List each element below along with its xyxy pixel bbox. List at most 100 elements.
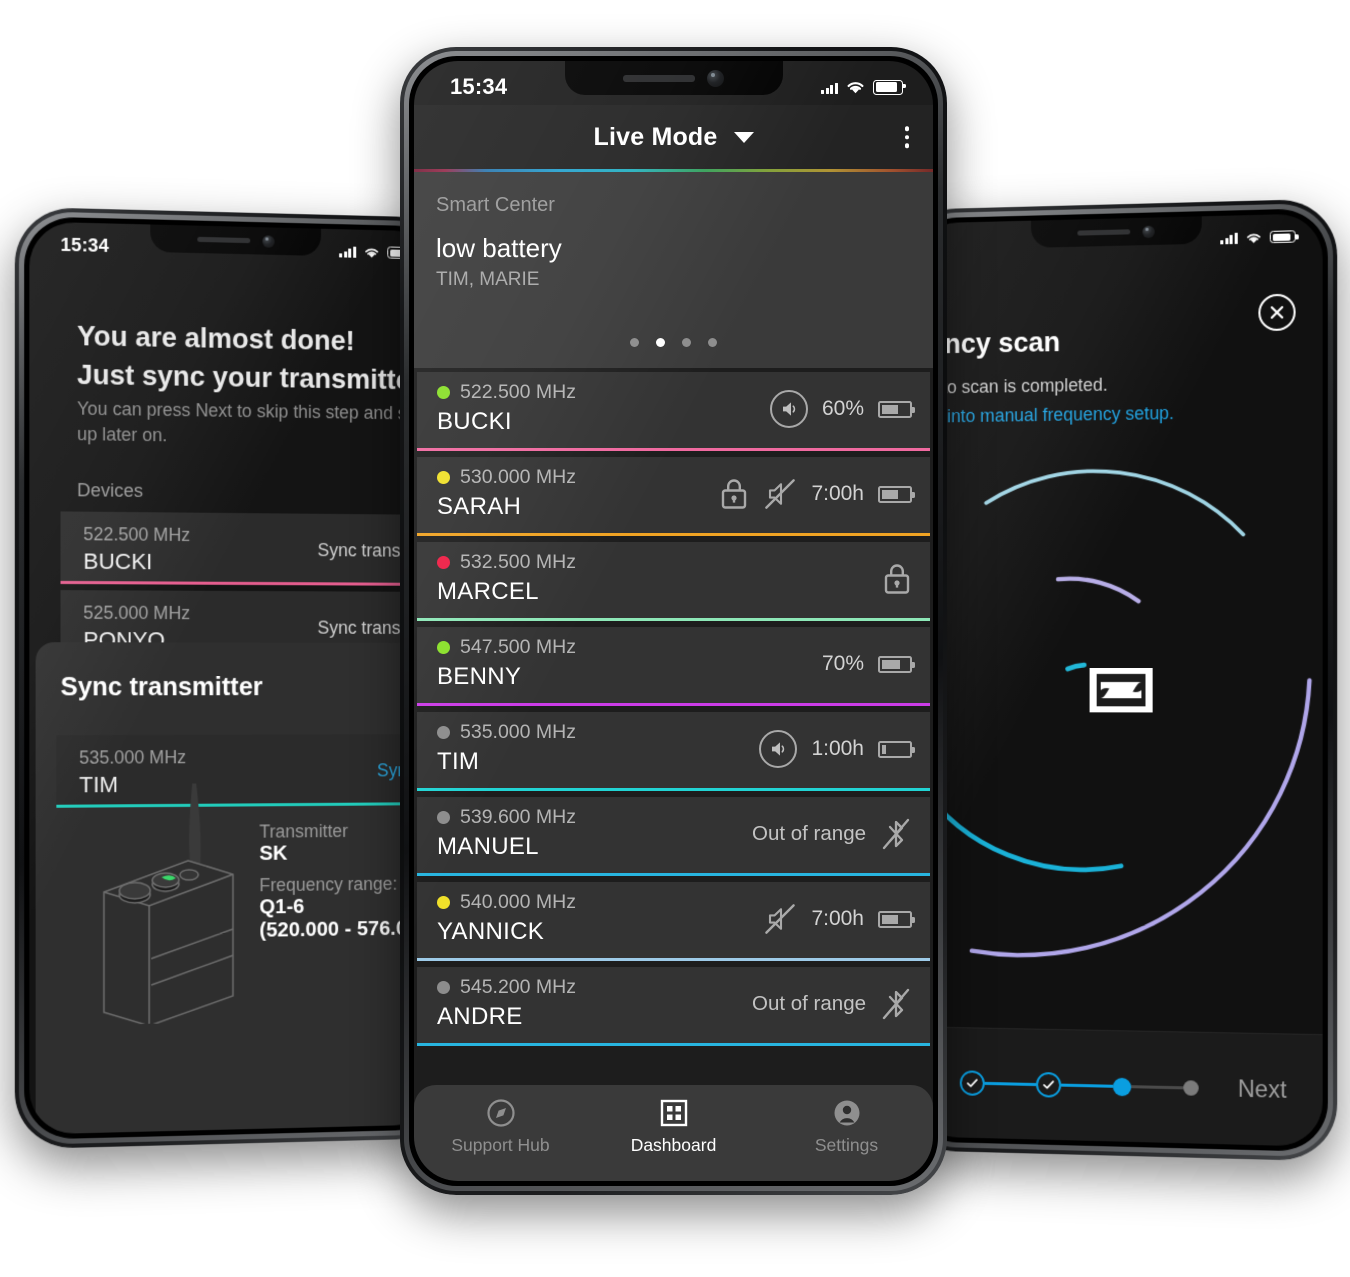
channel-row-controls: 7:00h <box>719 457 915 531</box>
battery-level-icon <box>878 400 915 418</box>
speaker-muted-icon[interactable] <box>763 902 797 936</box>
right-status-bar: 15:34 <box>914 213 1323 267</box>
left-phone-screen: 15:34 You are almost done! Just sync you… <box>29 221 439 1135</box>
channel-list[interactable]: 522.500 MHz BUCKI 60% 530.000 MHz SARAH 7:00h… <box>414 372 933 1181</box>
right-phone-body: 15:34 fre <box>908 207 1328 1153</box>
channel-row-controls: 70% <box>821 627 915 701</box>
battery-icon <box>873 79 906 95</box>
channel-row[interactable]: 539.600 MHz MANUEL Out of range <box>417 797 930 876</box>
sync-transmitter-sheet: Sync transmitter 535.000 MHz TIM Synced! <box>35 642 439 1135</box>
wifi-icon <box>1245 231 1263 243</box>
channel-color-bar <box>417 447 930 451</box>
battery-level-icon <box>878 740 915 758</box>
cellular-signal-icon <box>339 246 357 258</box>
channel-row-controls: 7:00h <box>763 882 915 956</box>
step-current-3[interactable] <box>1112 1077 1132 1096</box>
channel-row[interactable]: 530.000 MHz SARAH 7:00h <box>417 457 930 536</box>
lock-icon[interactable] <box>882 562 912 596</box>
channel-row[interactable]: 540.000 MHz YANNICK 7:00h <box>417 882 930 961</box>
check-icon <box>1042 1078 1055 1091</box>
status-led-icon <box>437 896 450 909</box>
channel-color-bar <box>417 532 930 536</box>
status-led-icon <box>437 726 450 739</box>
left-heading-line2: Just sync your transmitters. <box>77 359 439 397</box>
speaker-on-button[interactable] <box>769 390 808 428</box>
channel-row-controls <box>882 542 912 616</box>
speaker-on-button[interactable] <box>759 730 798 768</box>
right-phone-device: 15:34 fre <box>900 198 1338 1162</box>
bottom-tab-bar: Support Hub Dashboard Settings <box>414 1085 933 1181</box>
channel-frequency: 540.000 MHz <box>460 891 576 913</box>
sennheiser-logo-icon <box>1096 673 1146 707</box>
battery-value: 7:00h <box>811 482 864 505</box>
center-header: Live Mode <box>414 105 933 169</box>
channel-color-bar <box>417 957 930 961</box>
channel-name: MARCEL <box>437 578 539 605</box>
close-button[interactable] <box>1258 293 1296 332</box>
channel-row[interactable]: 532.500 MHz MARCEL <box>417 542 930 621</box>
status-led-icon <box>437 471 450 484</box>
channel-frequency: 535.000 MHz <box>460 721 576 743</box>
speaker-icon <box>782 402 796 416</box>
channel-row[interactable]: 547.500 MHz BENNY 70% <box>417 627 930 706</box>
tab-label: Settings <box>814 1135 879 1155</box>
battery-level-icon <box>878 910 915 928</box>
speaker-muted-icon[interactable] <box>763 477 797 511</box>
compass-icon <box>486 1099 515 1127</box>
center-phone-screen: 15:34 Live Mode Smart Center low battery… <box>414 61 933 1181</box>
status-time: 15:34 <box>60 234 110 256</box>
list-item[interactable]: 522.500 MHz BUCKI Sync transmitter <box>60 511 439 587</box>
account-icon <box>834 1100 859 1126</box>
status-time: 15:34 <box>450 74 508 99</box>
channel-frequency: 545.200 MHz <box>460 976 576 998</box>
channel-color-bar <box>417 617 930 621</box>
stepper-connector <box>1061 1083 1113 1088</box>
lock-icon[interactable] <box>719 477 749 511</box>
channel-row-controls: 60% <box>769 372 915 446</box>
channel-row[interactable]: 545.200 MHz ANDRE Out of range <box>417 967 930 1046</box>
tab-support-hub[interactable]: Support Hub <box>414 1098 587 1156</box>
step-completed-1[interactable] <box>959 1070 985 1096</box>
battery-level-icon <box>878 485 915 503</box>
kebab-menu-icon[interactable] <box>904 126 909 148</box>
page-title[interactable]: Live Mode <box>593 123 717 152</box>
smart-center-label: Smart Center <box>436 194 555 216</box>
battery-level-icon <box>878 655 915 673</box>
tab-dashboard[interactable]: Dashboard <box>587 1098 760 1156</box>
battery-value: 1:00h <box>811 737 864 760</box>
tab-settings[interactable]: Settings <box>760 1098 933 1156</box>
spectrum-divider <box>414 169 933 172</box>
status-led-icon <box>437 641 450 654</box>
carousel-dot-active[interactable] <box>656 338 665 347</box>
carousel-dot[interactable] <box>630 338 639 347</box>
channel-frequency-group: 532.500 MHz <box>437 551 930 574</box>
status-led-icon <box>437 811 450 824</box>
left-phone-body: 15:34 You are almost done! Just sync you… <box>24 216 444 1140</box>
channel-row-content: 532.500 MHz MARCEL <box>417 542 930 621</box>
left-heading-line1: You are almost done! <box>77 320 355 357</box>
smart-center-card[interactable]: Smart Center low battery TIM, MARIE <box>414 172 933 368</box>
status-icons <box>1220 230 1296 245</box>
channel-color-bar <box>417 872 930 876</box>
battery-value: 70% <box>821 652 864 675</box>
center-phone-device: 15:34 Live Mode Smart Center low battery… <box>400 47 947 1195</box>
wifi-icon <box>363 245 380 258</box>
left-phone-device: 15:34 You are almost done! Just sync you… <box>14 206 453 1150</box>
stepper-connector <box>984 1082 1037 1086</box>
channel-row[interactable]: 535.000 MHz TIM 1:00h <box>417 712 930 791</box>
channel-color-bar <box>417 702 930 706</box>
channel-row[interactable]: 522.500 MHz BUCKI 60% <box>417 372 930 451</box>
next-button[interactable]: Next <box>1238 1075 1287 1104</box>
chevron-down-icon[interactable] <box>733 131 754 143</box>
step-completed-2[interactable] <box>1036 1071 1062 1098</box>
channel-frequency: 530.000 MHz <box>460 466 576 488</box>
bodypack-transmitter-illustration <box>73 783 268 1026</box>
smart-center-message: low battery <box>436 233 562 263</box>
channel-row-controls: Out of range <box>752 797 912 871</box>
channel-frequency: 522.500 MHz <box>460 381 576 403</box>
check-icon <box>966 1076 979 1089</box>
bluetooth-off-icon <box>882 818 910 850</box>
step-upcoming-4[interactable] <box>1183 1080 1199 1096</box>
carousel-dot[interactable] <box>708 338 717 347</box>
carousel-dot[interactable] <box>682 338 691 347</box>
